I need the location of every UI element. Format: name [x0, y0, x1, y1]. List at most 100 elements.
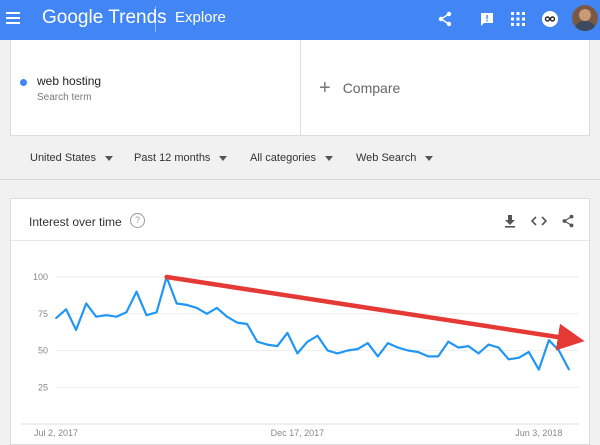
data-point — [487, 343, 490, 346]
data-point — [306, 340, 309, 343]
data-point — [497, 346, 500, 349]
account-avatar[interactable] — [572, 5, 598, 31]
filter-bar: United States Past 12 months All categor… — [0, 137, 600, 180]
data-point — [467, 345, 470, 347]
data-point — [326, 349, 329, 352]
y-tick-label: 25 — [38, 382, 48, 392]
data-point — [346, 349, 349, 352]
data-point — [286, 331, 289, 334]
data-point — [236, 321, 238, 324]
data-point — [266, 343, 269, 346]
interest-over-time-card: Interest over time ? 25 50 75 100 Jul 2,… — [10, 198, 590, 445]
data-point — [407, 349, 409, 352]
time-filter[interactable]: Past 12 months — [134, 152, 228, 164]
data-point — [447, 340, 450, 343]
data-point — [537, 368, 540, 371]
search-type-filter[interactable]: Web Search — [356, 152, 434, 164]
search-term-label: Search term — [37, 92, 92, 103]
data-point — [105, 314, 108, 317]
data-point — [216, 306, 218, 309]
data-point — [427, 355, 430, 358]
page-title: Explore — [175, 9, 226, 26]
category-filter[interactable]: All categories — [250, 152, 334, 164]
data-point — [85, 302, 88, 305]
data-point — [437, 355, 440, 358]
term-divider — [300, 40, 301, 136]
data-point — [95, 315, 98, 318]
interest-chart[interactable]: 25 50 75 100 Jul 2, 2017 Dec 17, 2017 Jun 3, … — [11, 242, 589, 444]
data-point — [256, 340, 259, 343]
x-tick-label: Dec 17, 2017 — [271, 428, 325, 438]
y-tick-label: 50 — [38, 346, 48, 356]
data-point — [417, 351, 420, 353]
data-point — [336, 352, 339, 355]
compare-button[interactable]: + Compare — [319, 77, 401, 99]
feedback-icon[interactable] — [478, 10, 496, 28]
term-color-dot — [20, 79, 27, 86]
data-point — [387, 342, 389, 345]
data-point — [296, 352, 299, 355]
data-point — [276, 345, 279, 347]
apps-icon[interactable] — [509, 10, 527, 28]
region-filter[interactable]: United States — [30, 152, 114, 164]
data-point — [115, 315, 118, 318]
chart-svg: 25 50 75 100 Jul 2, 2017 Dec 17, 2017 Jun 3, … — [21, 272, 585, 438]
share-icon[interactable] — [560, 213, 576, 229]
data-point — [558, 349, 560, 352]
search-type-filter-label: Web Search — [356, 152, 417, 164]
data-point — [75, 329, 78, 331]
data-point — [135, 290, 138, 293]
embed-icon[interactable] — [531, 213, 547, 229]
compare-label: Compare — [342, 80, 401, 96]
search-term[interactable]: web hosting — [37, 74, 101, 88]
caret-down-icon — [219, 155, 228, 161]
notification-icon[interactable] — [541, 10, 559, 28]
x-tick-label: Jul 2, 2017 — [34, 428, 78, 438]
data-point — [507, 358, 510, 361]
category-filter-label: All categories — [250, 152, 317, 164]
data-point — [547, 339, 550, 342]
card-header: Interest over time ? — [11, 199, 589, 241]
download-icon[interactable] — [502, 213, 518, 229]
data-point — [155, 311, 158, 314]
data-point — [65, 308, 67, 311]
data-point — [226, 315, 228, 318]
data-point — [316, 334, 319, 337]
data-point — [376, 355, 379, 358]
data-point — [185, 304, 188, 306]
data-point — [356, 348, 359, 350]
data-point — [457, 346, 460, 349]
y-tick-label: 100 — [33, 272, 48, 282]
data-point — [517, 356, 520, 359]
series-line — [55, 275, 570, 371]
data-point — [397, 346, 399, 349]
data-point — [527, 351, 530, 353]
data-point — [145, 314, 148, 317]
card-title: Interest over time — [29, 215, 122, 229]
caret-down-icon — [325, 155, 334, 161]
search-term-panel: web hosting Search term + Compare — [10, 40, 590, 136]
region-filter-label: United States — [30, 152, 97, 164]
app-bar: Google Trends Explore — [0, 0, 600, 40]
help-icon[interactable]: ? — [130, 213, 145, 228]
data-point — [175, 302, 178, 305]
plus-icon: + — [319, 77, 331, 99]
data-point — [477, 352, 480, 355]
data-point — [366, 342, 369, 345]
y-tick-label: 75 — [38, 309, 48, 319]
trend-arrow — [164, 274, 585, 351]
data-point — [55, 317, 57, 320]
google-trends-logo[interactable]: Google Trends — [42, 6, 167, 30]
caret-down-icon — [105, 155, 114, 161]
data-point — [195, 306, 198, 309]
time-filter-label: Past 12 months — [134, 152, 211, 164]
brand-google: Google — [42, 7, 104, 28]
caret-down-icon — [425, 155, 434, 161]
data-point — [125, 311, 128, 314]
appbar-divider — [155, 6, 156, 32]
menu-icon[interactable] — [6, 12, 20, 24]
data-point — [568, 368, 570, 371]
brand-trends: Trends — [108, 7, 167, 28]
share-icon[interactable] — [436, 10, 454, 28]
x-tick-label: Jun 3, 2018 — [515, 428, 562, 438]
